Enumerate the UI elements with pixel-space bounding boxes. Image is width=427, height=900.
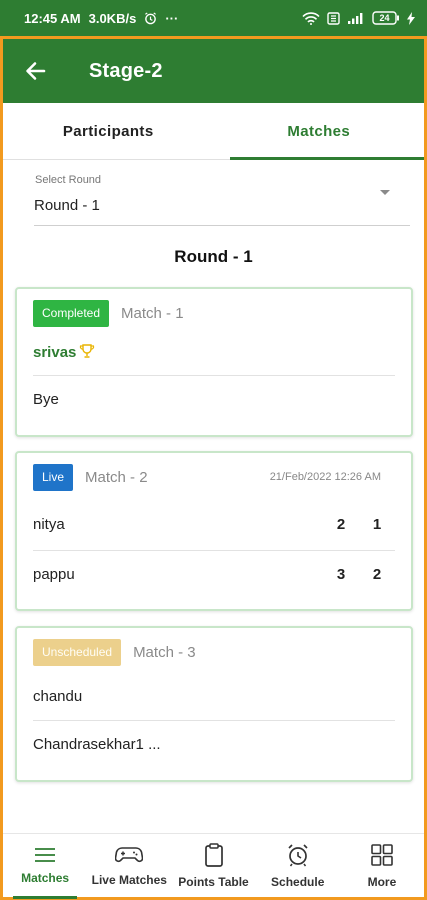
data-icon	[327, 11, 340, 25]
clipboard-icon	[204, 842, 223, 867]
player-name: pappu	[33, 566, 75, 583]
alarm-status-icon	[144, 11, 157, 25]
tab-matches[interactable]: Matches	[214, 103, 425, 160]
status-bar: 12:45 AM 3.0KB/s ··· 24	[0, 0, 427, 36]
tab-participants[interactable]: Participants	[3, 103, 214, 159]
status-badge: Live	[33, 463, 74, 491]
menu-lines-icon	[35, 847, 56, 862]
player-row: Bye	[33, 375, 395, 423]
round-select-value: Round - 1	[34, 197, 100, 214]
signal-icon	[347, 12, 365, 25]
status-network-speed: 3.0KB/s	[88, 10, 137, 26]
match-name: Match - 2	[85, 468, 148, 486]
nav-live-matches[interactable]: Live Matches	[87, 834, 171, 897]
nav-label: Points Table	[178, 874, 249, 889]
player-name: Bye	[33, 391, 59, 408]
charging-icon	[407, 11, 415, 25]
player-row: Chandrasekhar1 ...	[33, 720, 395, 768]
player-row: pappu 3 2	[33, 550, 395, 598]
winner-name: srivas	[33, 343, 77, 361]
match-name: Match - 3	[133, 643, 196, 661]
alarm-clock-icon	[288, 843, 308, 866]
status-more-icon: ···	[165, 10, 179, 26]
bottom-navigation: Matches Live Matches Points Table Schedu…	[3, 833, 424, 899]
round-select-label: Select Round	[35, 174, 102, 186]
player-score: 2	[336, 515, 346, 533]
player-score: 1	[372, 515, 382, 533]
nav-matches[interactable]: Matches	[3, 834, 87, 899]
status-badge: Unscheduled	[33, 638, 122, 666]
player-row: chandu	[33, 672, 395, 720]
player-name: Chandrasekhar1 ...	[33, 736, 161, 753]
player-score: 2	[372, 566, 382, 583]
page-title: Stage-2	[89, 59, 163, 82]
match-datetime: 21/Feb/2022 12:26 AM	[269, 471, 381, 483]
player-name-winner: srivas	[33, 343, 395, 363]
wifi-icon	[302, 11, 320, 25]
nav-points-table[interactable]: Points Table	[171, 834, 255, 897]
match-card-header: Live Match - 2 21/Feb/2022 12:26 AM	[33, 463, 395, 491]
player-name: chandu	[33, 687, 83, 705]
nav-schedule[interactable]: Schedule	[256, 834, 340, 897]
status-time: 12:45 AM	[24, 10, 81, 26]
player-score: 3	[336, 566, 346, 583]
nav-label: Live Matches	[91, 872, 167, 887]
match-card-header: Completed Match - 1	[33, 299, 395, 327]
match-name: Match - 1	[121, 304, 184, 322]
round-heading: Round - 1	[174, 247, 253, 266]
nav-label: More	[367, 874, 397, 889]
app-bar: Stage-2	[3, 39, 424, 103]
player-name: nitya	[33, 515, 65, 533]
round-select[interactable]: Select Round Round - 1	[34, 166, 410, 226]
back-button[interactable]	[3, 39, 67, 103]
battery-icon: 24	[372, 11, 400, 25]
status-badge: Completed	[33, 299, 110, 327]
nav-label: Schedule	[271, 874, 325, 889]
nav-more[interactable]: More	[340, 834, 424, 897]
match-card-2[interactable]: Live Match - 2 21/Feb/2022 12:26 AM nity…	[15, 451, 413, 611]
chevron-down-icon	[380, 190, 390, 195]
match-card-1[interactable]: Completed Match - 1 srivas Bye	[15, 287, 413, 437]
player-row: srivas	[33, 329, 395, 377]
nav-label: Matches	[21, 870, 70, 885]
gamepad-icon	[115, 846, 144, 862]
trophy-icon	[79, 343, 95, 363]
grid-icon	[371, 843, 393, 866]
tab-bar: Participants Matches	[3, 103, 424, 160]
match-card-header: Unscheduled Match - 3	[33, 638, 395, 666]
player-row: nitya 2 1	[33, 500, 395, 548]
match-card-3[interactable]: Unscheduled Match - 3 chandu Chandrasekh…	[15, 626, 413, 782]
battery-level: 24	[379, 13, 389, 23]
arrow-left-icon	[26, 62, 46, 80]
